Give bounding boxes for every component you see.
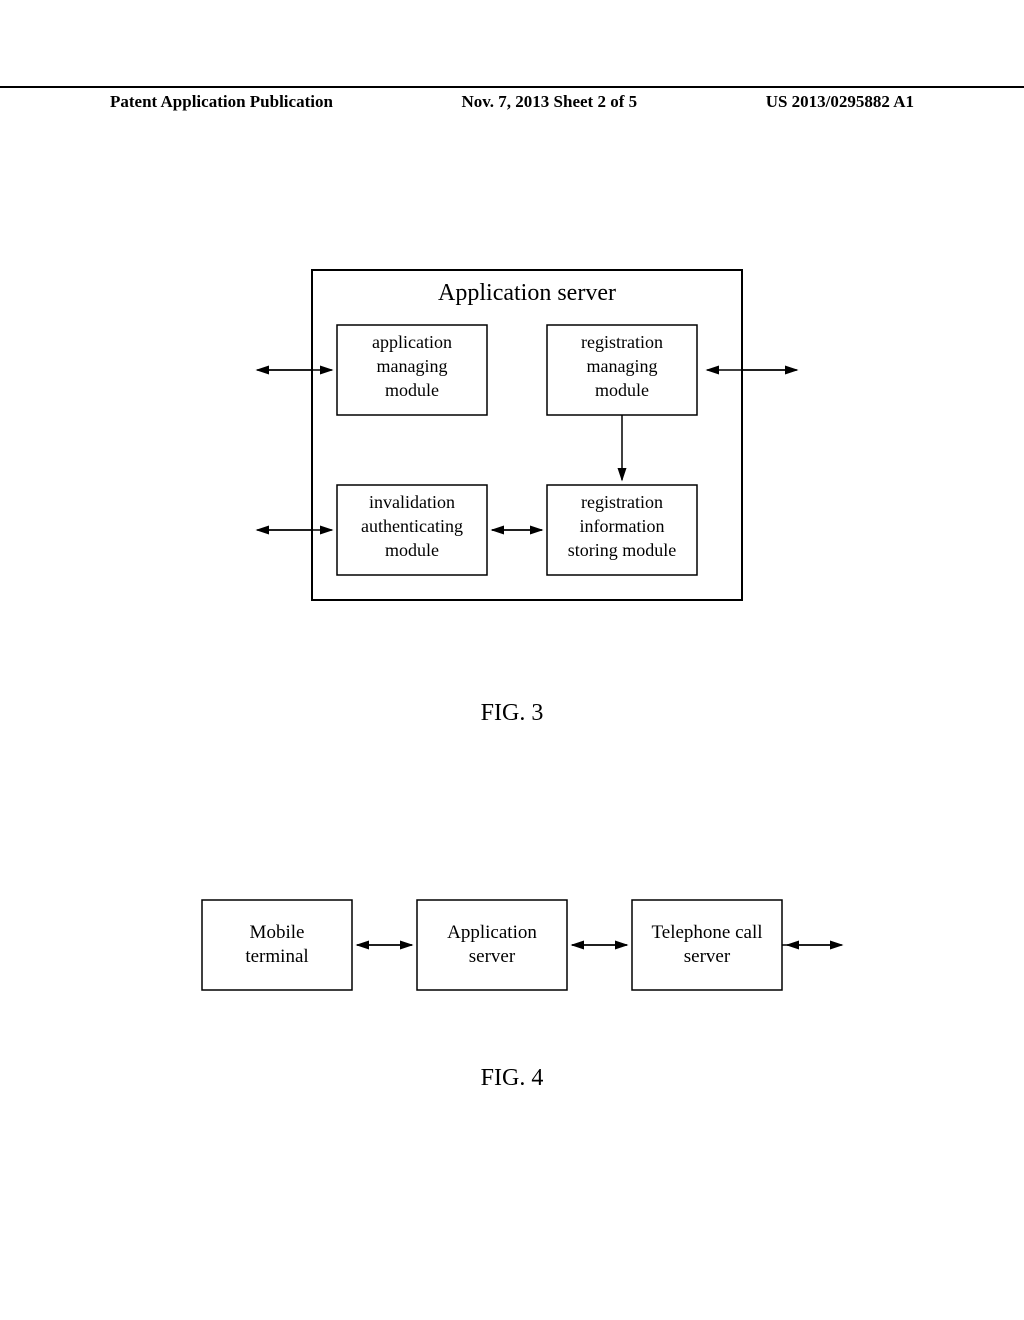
header-left: Patent Application Publication [110, 92, 333, 112]
figure-4-caption: FIG. 4 [0, 1065, 1024, 1092]
reg-managing-l1: registration [581, 332, 663, 352]
figure-3-svg: Application server application managing … [152, 260, 872, 660]
app-server-container [312, 270, 742, 600]
figure-4: Mobile terminal Application server Telep… [0, 870, 1024, 1092]
header-right: US 2013/0295882 A1 [766, 92, 914, 112]
invalid-auth-l1: invalidation [369, 492, 455, 512]
telephone-call-l2: server [684, 946, 731, 967]
application-server-l2: server [469, 946, 516, 967]
reg-managing-l2: managing [587, 356, 658, 376]
reg-info-l3: storing module [568, 540, 677, 560]
invalid-auth-l2: authenticating [361, 516, 463, 536]
app-managing-l3: module [385, 380, 439, 400]
telephone-call-server-box [632, 900, 782, 990]
invalid-auth-l3: module [385, 540, 439, 560]
application-server-box [417, 900, 567, 990]
figure-3: Application server application managing … [0, 260, 1024, 727]
page-header: Patent Application Publication Nov. 7, 2… [0, 86, 1024, 112]
app-server-title: Application server [438, 280, 616, 306]
mobile-terminal-l2: terminal [245, 946, 308, 967]
app-managing-l2: managing [377, 356, 448, 376]
app-managing-l1: application [372, 332, 452, 352]
mobile-terminal-l1: Mobile [250, 922, 305, 943]
header-center: Nov. 7, 2013 Sheet 2 of 5 [461, 92, 637, 112]
telephone-call-l1: Telephone call [651, 922, 762, 943]
application-server-l1: Application [447, 922, 537, 943]
figure-4-svg: Mobile terminal Application server Telep… [122, 870, 902, 1030]
reg-info-l1: registration [581, 492, 663, 512]
mobile-terminal-box [202, 900, 352, 990]
reg-info-l2: information [580, 516, 665, 536]
reg-managing-l3: module [595, 380, 649, 400]
figure-3-caption: FIG. 3 [0, 700, 1024, 727]
